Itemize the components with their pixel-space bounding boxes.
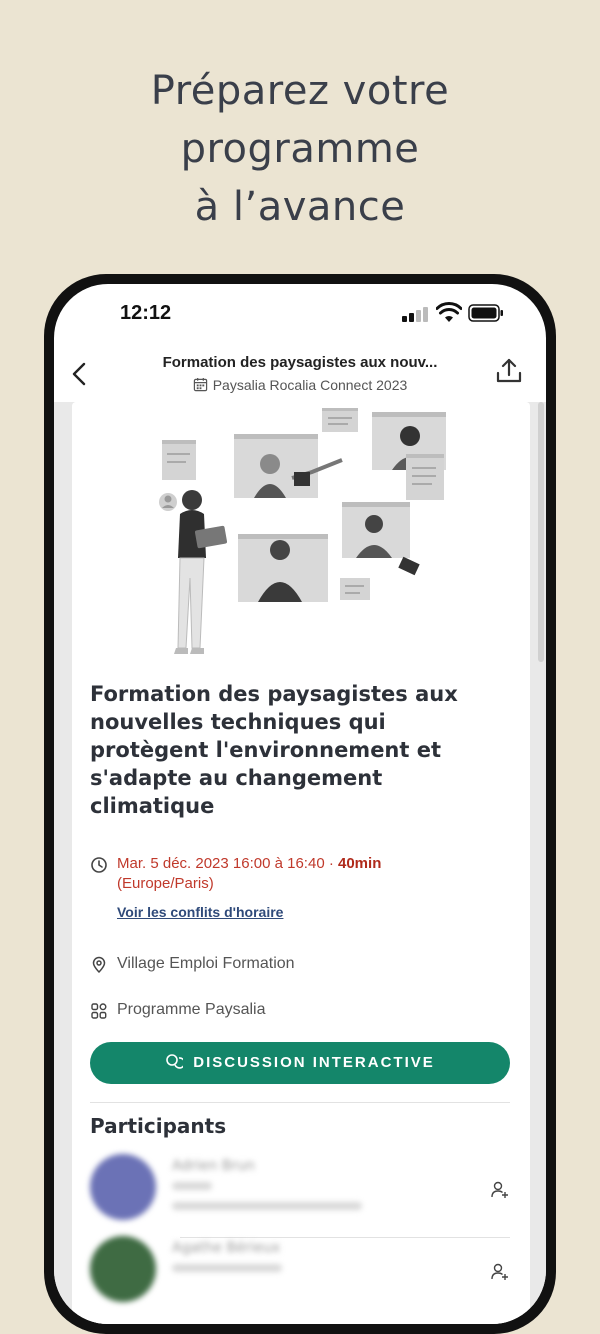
session-detail-card: Formation des paysagistes aux nouvelles …	[72, 402, 530, 1324]
avatar	[90, 1154, 156, 1220]
calendar-icon	[193, 377, 207, 392]
avatar	[90, 1236, 156, 1302]
participant-company-placeholder	[172, 1202, 362, 1210]
session-datetime: Mar. 5 déc. 2023 16:00 à 16:40 · 40min (…	[117, 854, 497, 894]
participant-role-placeholder	[172, 1182, 212, 1190]
nav-title: Formation des paysagistes aux nouv...	[162, 354, 438, 371]
program-grid-icon	[91, 1003, 107, 1019]
participant-role-placeholder	[172, 1264, 282, 1272]
phone-frame: 12:12 Formation des paysagistes aux nouv…	[44, 274, 556, 1334]
session-title-line: Formation des paysagistes aux	[90, 682, 458, 706]
timezone-text: (Europe/Paris)	[117, 875, 214, 892]
session-location: Village Emploi Formation	[117, 955, 295, 972]
battery-icon	[468, 304, 503, 322]
participant-name: Agathe Bérieux	[172, 1240, 281, 1256]
duration-text: 40min	[338, 855, 382, 872]
location-pin-icon	[92, 956, 106, 974]
nav-subtitle: Paysalia Rocalia Connect 2023	[110, 377, 490, 393]
event-name-label: Paysalia Rocalia Connect 2023	[212, 377, 408, 393]
share-icon[interactable]	[494, 356, 524, 386]
schedule-conflicts-link[interactable]: Voir les conflits d'horaire	[117, 904, 283, 920]
clock-icon	[91, 857, 107, 873]
back-chevron-icon[interactable]	[68, 360, 92, 388]
participants-heading: Participants	[90, 1114, 227, 1138]
section-divider	[90, 1102, 510, 1103]
wifi-icon	[436, 302, 462, 322]
headline-line-1: Préparez votre	[150, 68, 450, 114]
phone-screen: 12:12 Formation des paysagistes aux nouv…	[54, 284, 546, 1324]
status-time: 12:12	[120, 302, 172, 324]
headline-line-2: programme	[180, 126, 420, 172]
navigation-bar: Formation des paysagistes aux nouv... Pa…	[54, 348, 546, 400]
session-title-line: s'adapte au changement	[90, 766, 383, 790]
headline-line-3: à l’avance	[194, 184, 406, 230]
add-contact-icon[interactable]	[490, 1262, 510, 1282]
session-title-line: nouvelles techniques qui	[90, 710, 386, 734]
session-title-line: climatique	[90, 794, 215, 818]
participant-name: Adrien Brun	[172, 1158, 255, 1174]
status-bar: 12:12	[54, 284, 546, 344]
session-program: Programme Paysalia	[117, 1001, 266, 1018]
session-title: Formation des paysagistes aux nouvelles …	[90, 680, 510, 820]
participant-row[interactable]: Adrien Brun	[90, 1154, 510, 1238]
session-title-line: protègent l'environnement et	[90, 738, 442, 762]
virtual-meeting-illustration	[159, 408, 446, 654]
datetime-text: Mar. 5 déc. 2023 16:00 à 16:40 ·	[117, 855, 338, 872]
cellular-signal-icon	[402, 306, 432, 322]
scrollbar[interactable]	[538, 402, 544, 662]
chat-bubbles-icon	[166, 1054, 184, 1069]
marketing-headline: Préparez votre programme à l’avance	[0, 62, 600, 236]
interactive-discussion-button[interactable]: DISCUSSION INTERACTIVE	[90, 1042, 510, 1084]
cta-label: DISCUSSION INTERACTIVE	[193, 1054, 435, 1071]
add-contact-icon[interactable]	[490, 1180, 510, 1200]
participant-row[interactable]: Agathe Bérieux	[90, 1236, 510, 1316]
